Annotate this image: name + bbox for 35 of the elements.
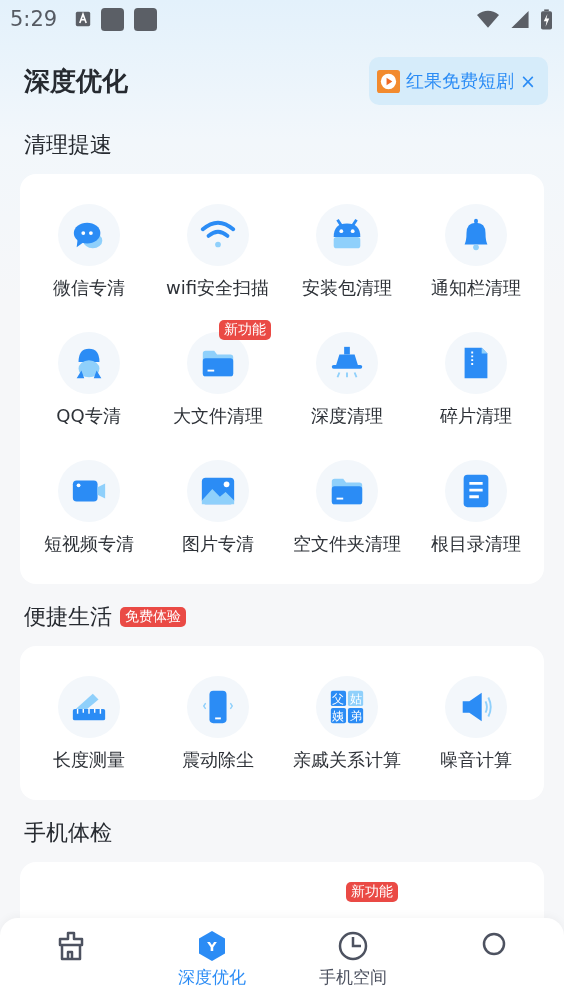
section-title: 便捷生活 [24, 603, 112, 631]
tool-item[interactable]: QQ专清 [24, 320, 153, 430]
status-time: 5:29 [10, 7, 58, 31]
notification-icon [134, 7, 158, 31]
tool-item[interactable]: 空文件夹清理 [282, 448, 411, 558]
tool-item[interactable]: wifi安全扫描 [153, 192, 282, 302]
tool-item[interactable]: 通知栏清理 [411, 192, 540, 302]
notification-icon [75, 11, 92, 27]
nav-tab[interactable]: Y 深度优化 [141, 918, 282, 1004]
new-feature-tag: 新功能 [218, 320, 271, 340]
page-title: 深度优化 [24, 64, 128, 98]
tool-item[interactable]: 碎片清理 [411, 320, 540, 430]
free-trial-tag: 免费体验 [120, 607, 186, 627]
wifi-signal-icon [477, 9, 499, 29]
clock-icon [336, 930, 369, 962]
nav-tab[interactable]: 手机空间 [282, 918, 423, 1004]
cell-signal-icon [509, 9, 531, 29]
battery-icon [541, 8, 552, 30]
tool-item[interactable]: 安装包清理 [282, 192, 411, 302]
tool-item[interactable]: 噪音计算 [411, 664, 540, 774]
tool-item[interactable]: 长度测量 [24, 664, 153, 774]
section-title: 清理提速 [24, 131, 112, 159]
tool-item[interactable]: 父 姑 姨 弟 亲戚关系计算 [282, 664, 411, 774]
play-icon [377, 69, 401, 93]
new-feature-tag: 新功能 [346, 882, 398, 902]
notification-icon [101, 7, 125, 31]
tool-item[interactable]: 根目录清理 [411, 448, 540, 558]
tool-item[interactable]: 深度清理 [282, 320, 411, 430]
tool-item[interactable]: 图片专清 [153, 448, 282, 558]
promo-text: 红果免费短剧 [406, 69, 515, 93]
tool-item[interactable]: 短视频专清 [24, 448, 153, 558]
tool-item[interactable]: 新功能 大文件清理 [153, 320, 282, 430]
section-title: 手机体检 [24, 819, 112, 847]
tool-item[interactable]: 震动除尘 [153, 664, 282, 774]
tool-item[interactable]: 微信专清 [24, 192, 153, 302]
